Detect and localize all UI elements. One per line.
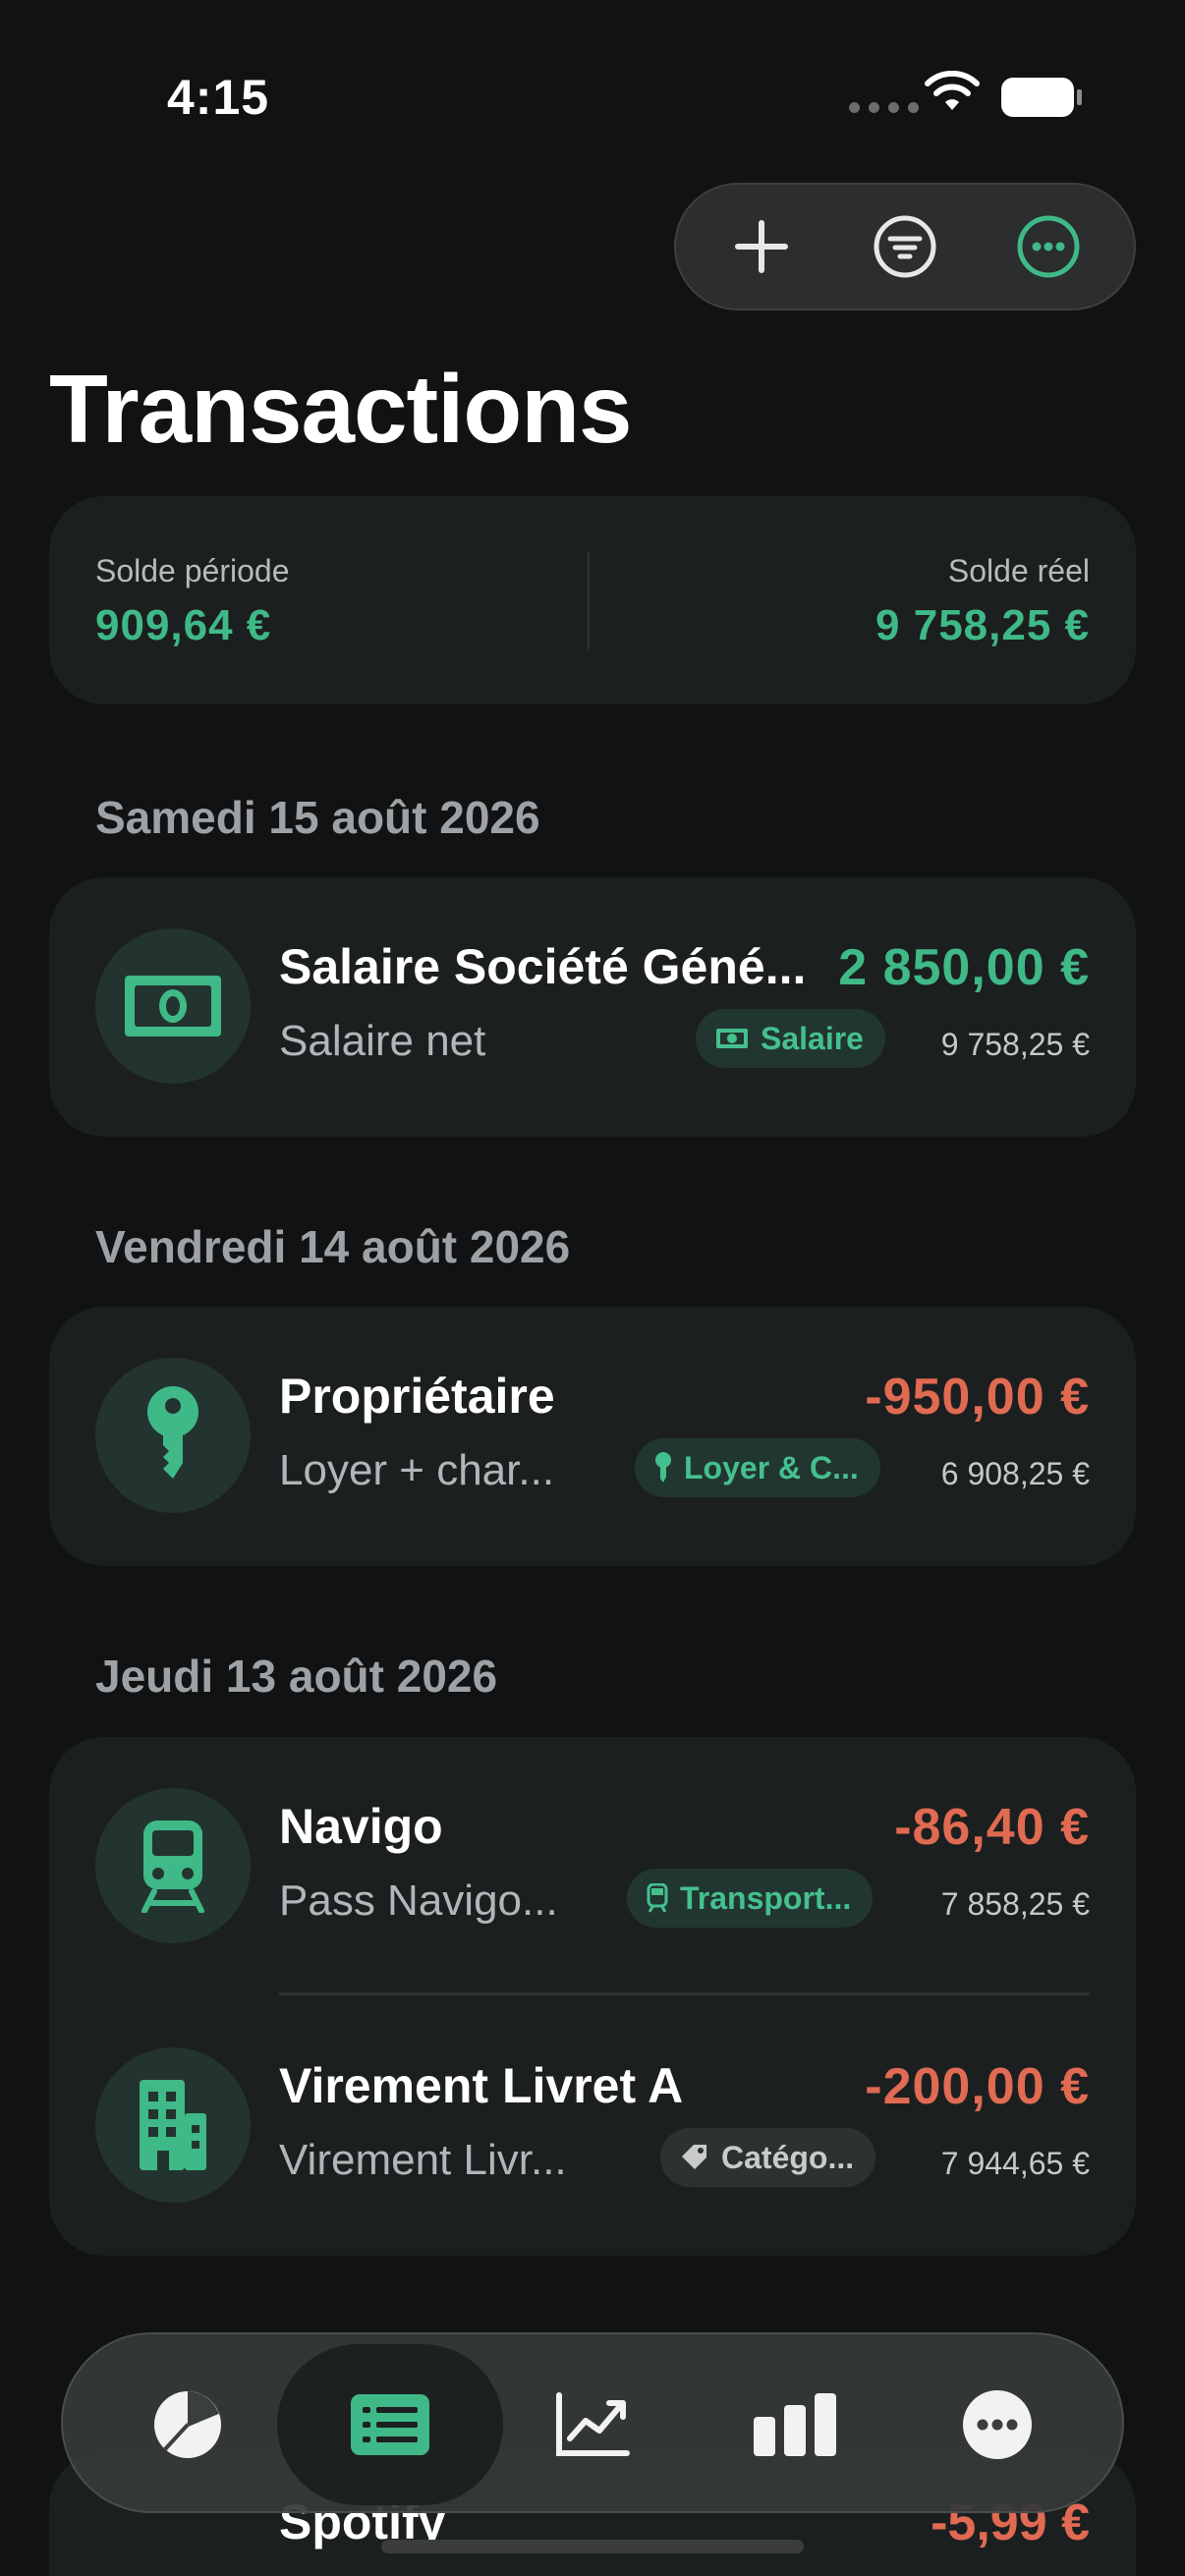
transaction-subtitle: Virement Livr... xyxy=(279,2136,567,2184)
category-tag-label: Loyer & C... xyxy=(684,1449,859,1485)
period-balance-label: Solde période xyxy=(95,553,290,588)
add-button[interactable] xyxy=(717,202,806,291)
category-tag-label: Salaire xyxy=(761,1020,864,1056)
wifi-icon xyxy=(925,71,980,110)
transaction-group: Navigo Pass Navigo... -86,40 € Transport… xyxy=(49,1737,1136,2256)
transaction-subtitle: Salaire net xyxy=(279,1017,486,1065)
transaction-group: Salaire Société Géné... Salaire net 2 85… xyxy=(49,877,1136,1137)
real-balance-value: 9 758,25 € xyxy=(875,601,1090,649)
transaction-row[interactable]: Propriétaire Loyer + char... -950,00 € L… xyxy=(49,1307,1136,1566)
date-header: Vendredi 14 août 2026 xyxy=(95,1221,571,1272)
banknote-icon xyxy=(716,1029,748,1048)
transaction-title: Virement Livret A xyxy=(279,2058,684,2113)
transaction-amount: -86,40 € xyxy=(894,1799,1090,1856)
transaction-amount: -200,00 € xyxy=(865,2058,1090,2115)
transaction-icon xyxy=(95,928,251,1084)
period-balance: Solde période 909,64 € xyxy=(95,553,289,650)
transaction-amount: -950,00 € xyxy=(865,1369,1090,1426)
transaction-row[interactable]: Virement Livret A Virement Livr... -200,… xyxy=(49,1996,1136,2256)
filter-button[interactable] xyxy=(861,202,949,291)
status-time: 4:15 xyxy=(167,70,270,125)
transaction-row[interactable]: Navigo Pass Navigo... -86,40 € Transport… xyxy=(49,1737,1136,1996)
building-icon xyxy=(140,2080,206,2170)
category-tag-label: Catégo... xyxy=(721,2139,855,2175)
running-balance: 6 908,25 € xyxy=(940,1456,1090,1491)
date-header: Samedi 15 août 2026 xyxy=(95,792,540,843)
page-title: Transactions xyxy=(49,355,633,463)
category-tag: Salaire xyxy=(696,1009,885,1068)
transaction-title: Propriétaire xyxy=(279,1369,555,1424)
transaction-icon xyxy=(95,1358,251,1513)
transaction-icon xyxy=(95,2047,251,2203)
transaction-row[interactable]: Salaire Société Géné... Salaire net 2 85… xyxy=(49,877,1136,1137)
real-balance-label: Solde réel xyxy=(947,553,1090,588)
running-balance: 7 858,25 € xyxy=(940,1886,1090,1922)
period-balance-value: 909,64 € xyxy=(95,601,272,649)
tab-overview[interactable] xyxy=(75,2344,301,2505)
ellipsis-circle-icon xyxy=(963,2390,1032,2459)
status-bar: 4:15 xyxy=(0,0,1185,187)
bar-chart-icon xyxy=(754,2393,836,2456)
signal-dots-icon xyxy=(849,102,919,113)
battery-icon xyxy=(1001,78,1082,117)
transaction-icon xyxy=(95,1788,251,1943)
category-tag: Catégo... xyxy=(660,2128,876,2187)
category-tag-label: Transport... xyxy=(680,1879,852,1916)
toolbar-actions xyxy=(674,183,1136,310)
banknote-icon xyxy=(125,976,221,1036)
pie-chart-icon xyxy=(154,2391,221,2458)
plus-icon xyxy=(735,220,788,273)
row-separator xyxy=(279,1992,1090,1995)
category-tag: Transport... xyxy=(627,1869,874,1928)
tab-more[interactable] xyxy=(884,2344,1110,2505)
key-icon xyxy=(147,1386,198,1479)
transaction-amount: 2 850,00 € xyxy=(838,939,1090,996)
transaction-subtitle: Loyer + char... xyxy=(279,1446,555,1494)
tab-statistics[interactable] xyxy=(682,2344,908,2505)
tab-trends[interactable] xyxy=(480,2344,705,2505)
transaction-subtitle: Pass Navigo... xyxy=(279,1876,558,1925)
running-balance: 9 758,25 € xyxy=(940,1027,1090,1062)
running-balance: 7 944,65 € xyxy=(940,2146,1090,2181)
tag-icon xyxy=(682,2145,706,2169)
ellipsis-circle-icon xyxy=(1017,215,1080,278)
transaction-title: Salaire Société Géné... xyxy=(279,939,807,994)
tab-bar xyxy=(61,2332,1124,2513)
transaction-group: Propriétaire Loyer + char... -950,00 € L… xyxy=(49,1307,1136,1566)
real-balance: Solde réel 9 758,25 € xyxy=(875,553,1090,650)
line-chart-icon xyxy=(556,2392,630,2456)
filter-icon xyxy=(874,215,936,278)
tab-transactions[interactable] xyxy=(277,2344,503,2505)
more-button[interactable] xyxy=(1004,202,1093,291)
train-icon xyxy=(647,1883,668,1913)
category-tag: Loyer & C... xyxy=(635,1438,880,1497)
date-header: Jeudi 13 août 2026 xyxy=(95,1651,498,1702)
list-icon xyxy=(351,2394,429,2455)
train-icon xyxy=(141,1820,204,1913)
key-icon xyxy=(655,1452,671,1483)
balance-summary-card: Solde période 909,64 € Solde réel 9 758,… xyxy=(49,496,1136,704)
home-indicator xyxy=(381,2540,804,2553)
transaction-title: Navigo xyxy=(279,1799,443,1854)
divider xyxy=(588,551,590,649)
